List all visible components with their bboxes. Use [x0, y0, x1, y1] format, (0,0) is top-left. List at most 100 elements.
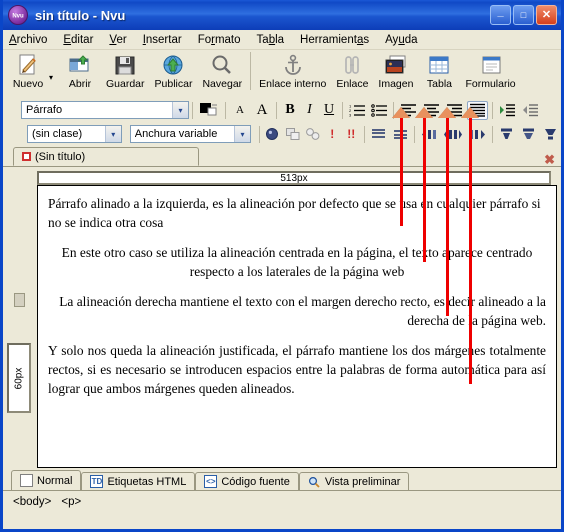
menu-herramientas[interactable]: Herramientas: [300, 34, 369, 46]
toolbar-button-nuevo[interactable]: Nuevo: [7, 50, 49, 90]
vertical-ruler-column: 60px: [7, 185, 31, 468]
status-bar: <body> <p>: [3, 490, 561, 512]
window-title: sin título - Nvu: [35, 7, 126, 23]
align-justify-icon: [469, 103, 486, 117]
increase-indent-button[interactable]: [497, 101, 518, 120]
menu-tabla[interactable]: Tabla: [257, 34, 285, 46]
toolbar-button-enlace[interactable]: Enlace: [331, 50, 373, 90]
window-controls: _ □ ✕: [490, 5, 559, 25]
toolbar-label-publicar: Publicar: [154, 78, 193, 90]
bold-button[interactable]: B: [281, 101, 299, 120]
split-cell-icon: [305, 127, 321, 141]
table-separator-3: [414, 125, 416, 143]
toolbar-button-formulario[interactable]: Formulario: [460, 50, 520, 90]
menu-archivo[interactable]: Archivo: [9, 34, 47, 46]
paragraph-format-value: Párrafo: [26, 104, 63, 116]
toolbar-button-publicar[interactable]: Publicar: [150, 50, 198, 90]
align-left-icon: [400, 103, 417, 117]
exclamation-button[interactable]: !: [324, 125, 341, 144]
document-tab-strip: (Sin título) ✖: [3, 146, 561, 167]
unsaved-document-icon: [22, 152, 31, 161]
status-path-p[interactable]: <p>: [61, 496, 81, 508]
toolbar-button-navegar[interactable]: Navegar: [197, 50, 247, 90]
maximize-icon: □: [520, 9, 527, 20]
close-tab-icon[interactable]: ✖: [544, 153, 555, 166]
delete-cell-button[interactable]: [540, 125, 560, 144]
view-tab-preview-label: Vista preliminar: [324, 475, 401, 488]
view-tab-normal[interactable]: Normal: [11, 470, 82, 490]
table-separator-1: [259, 125, 260, 143]
format-separator-4: [342, 101, 343, 119]
toolbar-button-imagen[interactable]: Imagen: [373, 50, 418, 90]
menu-formato[interactable]: Formato: [198, 34, 241, 46]
insert-row-button[interactable]: [369, 125, 389, 144]
align-right-button[interactable]: [444, 101, 465, 120]
menu-insertar[interactable]: Insertar: [143, 34, 182, 46]
decrease-font-size-button[interactable]: A: [230, 101, 250, 120]
merge-cells-icon: [285, 127, 301, 141]
paragraph-justify[interactable]: Y solo nos queda la alineación justifica…: [48, 341, 546, 398]
chevron-down-icon-width: ▾: [234, 126, 250, 142]
document-page[interactable]: Párrafo alinado a la izquierda, es la al…: [37, 185, 557, 468]
decrease-indent-button[interactable]: [520, 101, 541, 120]
increase-font-size-button[interactable]: A: [252, 101, 272, 120]
insert-column-left-button[interactable]: [419, 125, 440, 144]
preview-magnifier-icon: [308, 475, 321, 488]
paragraph-right[interactable]: La alineación derecha mantiene el texto …: [48, 292, 546, 330]
minimize-button[interactable]: _: [490, 5, 511, 25]
insert-column-button[interactable]: [442, 125, 465, 144]
text-color-button[interactable]: [197, 101, 221, 120]
double-exclamation-button[interactable]: !!: [343, 125, 360, 144]
status-path-body[interactable]: <body>: [13, 496, 51, 508]
insert-row-below-icon: [392, 127, 409, 141]
paragraph-center[interactable]: En este otro caso se utiliza la alineaci…: [48, 243, 546, 281]
table-width-select[interactable]: Anchura variable ▾: [129, 125, 251, 143]
view-tab-source[interactable]: <> Código fuente: [195, 472, 299, 490]
italic-button[interactable]: I: [301, 101, 318, 120]
editor-area: 513px 60px Párrafo alinado a la izquierd…: [3, 167, 561, 468]
align-center-button[interactable]: [421, 101, 442, 120]
maximize-button[interactable]: □: [513, 5, 534, 25]
page-icon: [20, 474, 33, 487]
html-tag-icon: TD: [90, 475, 104, 488]
underline-button[interactable]: U: [320, 101, 338, 120]
table-toolbar: (sin clase) ▾ Anchura variable ▾ ! !!: [3, 122, 561, 146]
menu-editar[interactable]: Editar: [63, 34, 93, 46]
view-tab-preview[interactable]: Vista preliminar: [298, 472, 410, 490]
align-right-icon: [446, 103, 463, 117]
toolbar-button-enlace-interno[interactable]: Enlace interno: [254, 50, 331, 90]
close-button[interactable]: ✕: [536, 5, 557, 25]
document-tab[interactable]: (Sin título): [13, 147, 199, 166]
class-select[interactable]: (sin clase) ▾: [27, 125, 122, 143]
horizontal-ruler[interactable]: 513px: [37, 171, 551, 185]
table-properties-button[interactable]: [264, 125, 282, 144]
merge-cells-button[interactable]: [284, 125, 302, 144]
menu-ayuda[interactable]: Ayuda: [385, 34, 417, 46]
insert-column-right-button[interactable]: [467, 125, 488, 144]
toolbar-button-tabla[interactable]: Tabla: [418, 50, 460, 90]
delete-column-button[interactable]: [518, 125, 538, 144]
toolbar-label-formulario: Formulario: [465, 78, 516, 90]
numbered-list-button[interactable]: 1 2 3: [347, 101, 367, 120]
form-window-icon: [480, 52, 502, 78]
vertical-ruler[interactable]: 60px: [7, 343, 31, 413]
text-color-icon: [199, 102, 219, 118]
paragraph-left[interactable]: Párrafo alinado a la izquierda, es la al…: [48, 194, 546, 232]
view-tab-normal-label: Normal: [37, 474, 73, 487]
align-justify-button[interactable]: [467, 100, 488, 120]
close-icon: ✕: [541, 8, 552, 21]
bulleted-list-button[interactable]: [369, 101, 389, 120]
paragraph-format-select[interactable]: Párrafo ▾: [21, 101, 189, 119]
menu-ver[interactable]: Ver: [109, 34, 126, 46]
split-cell-button[interactable]: [304, 125, 322, 144]
insert-column-right-icon: [468, 128, 486, 141]
insert-row-below-button[interactable]: [391, 125, 411, 144]
scroll-marker[interactable]: [14, 293, 25, 307]
toolbar-button-guardar[interactable]: Guardar: [101, 50, 150, 90]
increase-font-icon: A: [256, 101, 268, 118]
view-tab-html-tags[interactable]: TD Etiquetas HTML: [81, 472, 196, 490]
new-dropdown-caret-icon[interactable]: ▾: [49, 73, 59, 82]
align-left-button[interactable]: [398, 101, 419, 120]
toolbar-button-abrir[interactable]: Abrir: [59, 50, 101, 90]
delete-row-button[interactable]: [496, 125, 516, 144]
